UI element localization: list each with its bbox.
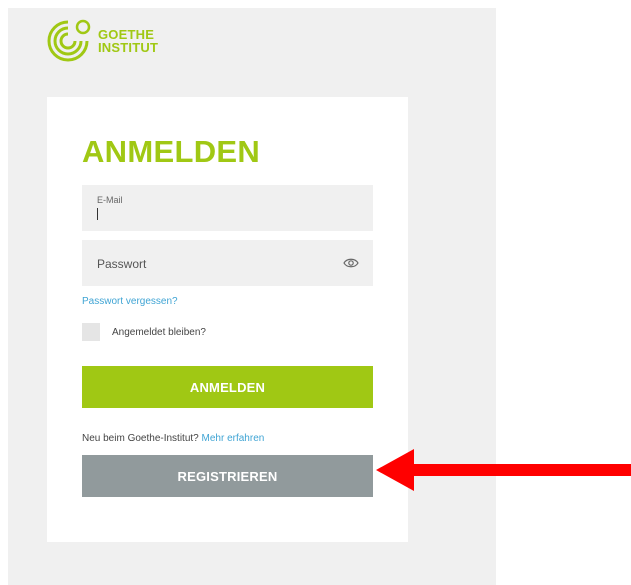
remember-checkbox[interactable] (82, 323, 100, 341)
email-field[interactable]: E-Mail (82, 185, 373, 231)
password-field[interactable]: Passwort (82, 240, 373, 286)
text-cursor (97, 208, 98, 220)
red-arrow-icon (376, 449, 631, 491)
page: GOETHE INSTITUT ANMELDEN E-Mail Passwort… (0, 0, 631, 585)
eye-icon[interactable] (343, 256, 359, 274)
page-title: ANMELDEN (82, 134, 261, 169)
logo-line-2: INSTITUT (98, 40, 159, 55)
new-user-text: Neu beim Goethe-Institut? Mehr erfahren (82, 433, 264, 444)
login-card: ANMELDEN E-Mail Passwort Passwort verges… (47, 97, 408, 542)
email-label: E-Mail (97, 195, 123, 205)
more-info-link[interactable]: Mehr erfahren (202, 433, 265, 444)
logo-icon (47, 19, 91, 62)
forgot-password-link[interactable]: Passwort vergessen? (82, 296, 178, 307)
goethe-logo[interactable]: GOETHE INSTITUT (46, 18, 158, 64)
remember-me[interactable]: Angemeldet bleiben? (82, 323, 206, 341)
new-user-label: Neu beim Goethe-Institut? (82, 433, 199, 444)
password-placeholder: Passwort (97, 257, 147, 271)
remember-label: Angemeldet bleiben? (112, 326, 206, 338)
logo-wordmark: GOETHE INSTITUT (98, 28, 158, 54)
register-button[interactable]: REGISTRIEREN (82, 455, 373, 497)
login-button[interactable]: ANMELDEN (82, 366, 373, 408)
